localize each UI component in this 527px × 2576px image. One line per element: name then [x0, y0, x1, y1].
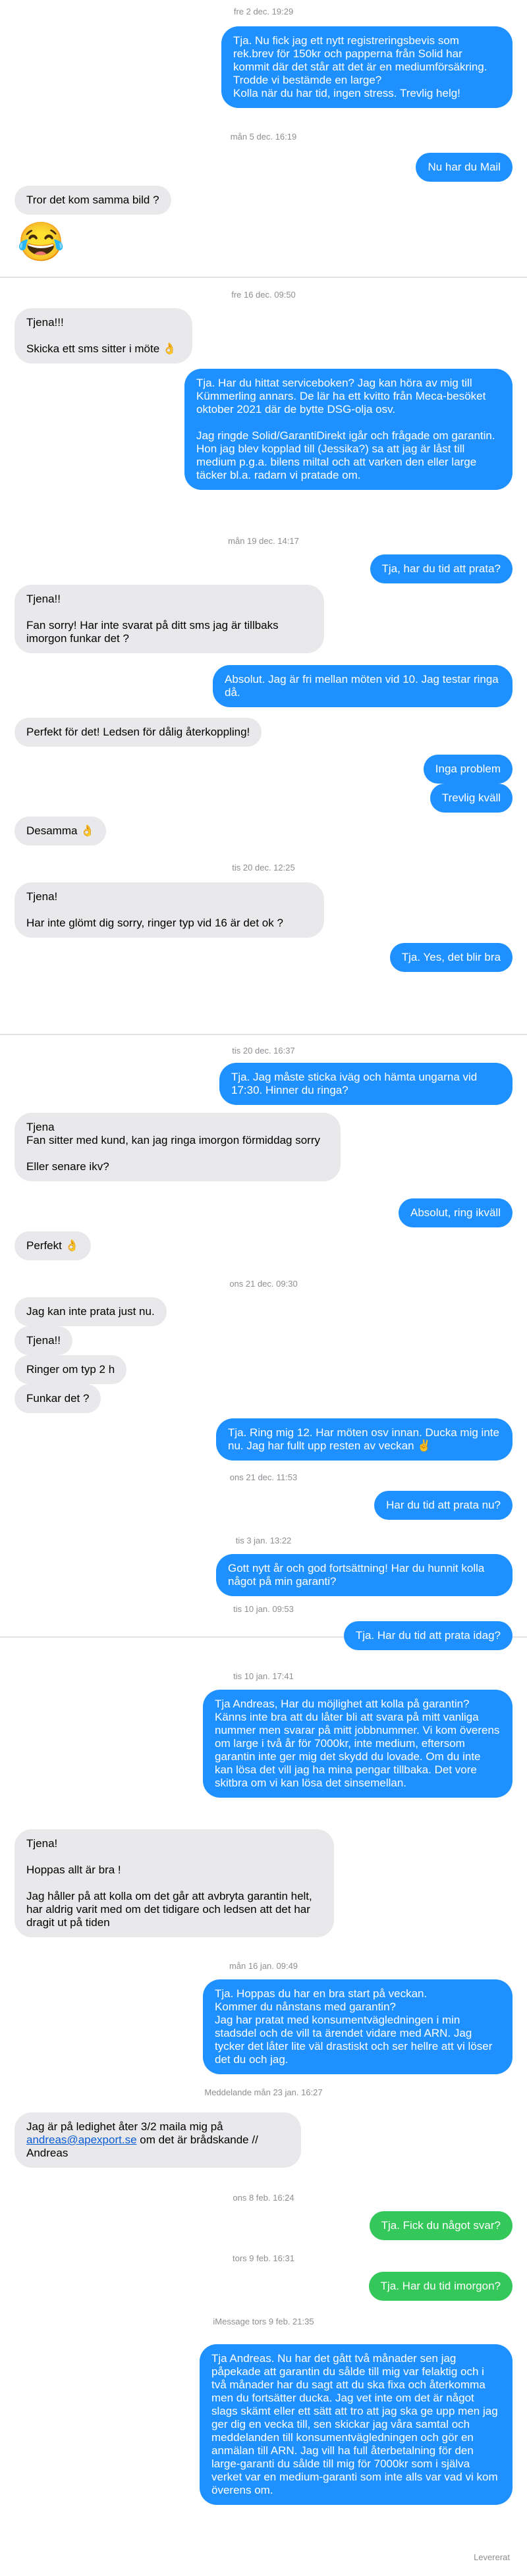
message-received[interactable]: Tjena!!! Skicka ett sms sitter i möte 👌: [14, 308, 192, 363]
message-received[interactable]: Perfekt för det! Ledsen för dålig återko…: [14, 718, 262, 747]
message-received[interactable]: Tjena Fan sitter med kund, kan jag ringa…: [14, 1113, 341, 1181]
timestamp: Meddelande mån 23 jan. 16:27: [204, 2087, 323, 2097]
timestamp: ons 8 feb. 16:24: [233, 2193, 294, 2203]
message-sent[interactable]: Tja. Jag måste sticka iväg och hämta ung…: [219, 1063, 513, 1105]
message-received[interactable]: Tjena!!: [14, 1326, 72, 1355]
message-sent[interactable]: Har du tid att prata nu?: [374, 1491, 513, 1520]
message-sent-sms[interactable]: Tja. Fick du något svar?: [369, 2211, 513, 2240]
timestamp: mån 16 jan. 09:49: [229, 1961, 298, 1971]
message-received[interactable]: Jag kan inte prata just nu.: [14, 1297, 167, 1326]
message-sent[interactable]: Absolut, ring ikväll: [398, 1198, 513, 1227]
message-received[interactable]: Jag är på ledighet åter 3/2 maila mig på…: [14, 2112, 301, 2168]
timestamp: mån 19 dec. 14:17: [228, 536, 299, 546]
message-received[interactable]: Tjena! Har inte glömt dig sorry, ringer …: [14, 882, 324, 938]
timestamp: ons 21 dec. 11:53: [229, 1472, 298, 1482]
message-sent[interactable]: Trevlig kväll: [430, 784, 513, 813]
timestamp: tis 20 dec. 16:37: [232, 1046, 295, 1056]
message-sent[interactable]: Inga problem: [423, 755, 513, 784]
message-received[interactable]: Perfekt 👌: [14, 1231, 91, 1260]
timestamp: ons 21 dec. 09:30: [229, 1279, 298, 1289]
email-link[interactable]: andreas@apexport.se: [26, 2133, 137, 2146]
timestamp: tors 9 feb. 16:31: [233, 2253, 294, 2263]
message-received[interactable]: Funkar det ?: [14, 1384, 101, 1413]
message-sent[interactable]: Tja. Har du hittat serviceboken? Jag kan…: [184, 369, 513, 490]
timestamp: mån 5 dec. 16:19: [230, 132, 297, 142]
message-sent[interactable]: Tja. Ring mig 12. Har möten osv innan. D…: [216, 1418, 513, 1461]
message-sent[interactable]: Tja. Nu fick jag ett nytt registreringsb…: [221, 26, 513, 108]
delivered-status: Levererat: [474, 2552, 510, 2562]
message-sent[interactable]: Gott nytt år och god fortsättning! Har d…: [216, 1554, 513, 1596]
message-received[interactable]: Tror det kom samma bild ?: [14, 186, 171, 215]
message-received[interactable]: Tjena!! Fan sorry! Har inte svarat på di…: [14, 585, 324, 653]
timestamp: tis 10 jan. 09:53: [233, 1604, 294, 1614]
timestamp: iMessage tors 9 feb. 21:35: [213, 2317, 314, 2326]
message-sent[interactable]: Tja. Hoppas du har en bra start på vecka…: [203, 1979, 513, 2074]
message-received[interactable]: Tjena! Hoppas allt är bra ! Jag håller p…: [14, 1829, 334, 1937]
timestamp: tis 20 dec. 12:25: [232, 863, 295, 872]
message-received[interactable]: Desamma 👌: [14, 817, 107, 845]
timestamp: tis 3 jan. 13:22: [235, 1536, 292, 1545]
message-sent[interactable]: Tja. Yes, det blir bra: [389, 943, 513, 972]
message-sent[interactable]: Tja. Har du tid att prata idag?: [343, 1621, 513, 1650]
message-sent-sms[interactable]: Tja. Har du tid imorgon?: [368, 2272, 513, 2301]
message-sent[interactable]: Absolut. Jag är fri mellan möten vid 10.…: [213, 665, 513, 707]
timestamp: fre 16 dec. 09:50: [231, 290, 296, 300]
message-sent[interactable]: Tja Andreas, Har du möjlighet att kolla …: [203, 1690, 513, 1798]
laughing-emoji: 😂: [17, 221, 65, 263]
message-sent[interactable]: Tja Andreas. Nu har det gått två månader…: [200, 2344, 513, 2505]
message-sent[interactable]: Tja, har du tid att prata?: [370, 554, 513, 583]
timestamp: fre 2 dec. 19:29: [233, 7, 294, 16]
timestamp: tis 10 jan. 17:41: [233, 1671, 294, 1681]
message-received[interactable]: Ringer om typ 2 h: [14, 1355, 127, 1384]
message-sent[interactable]: Nu har du Mail: [416, 153, 513, 182]
